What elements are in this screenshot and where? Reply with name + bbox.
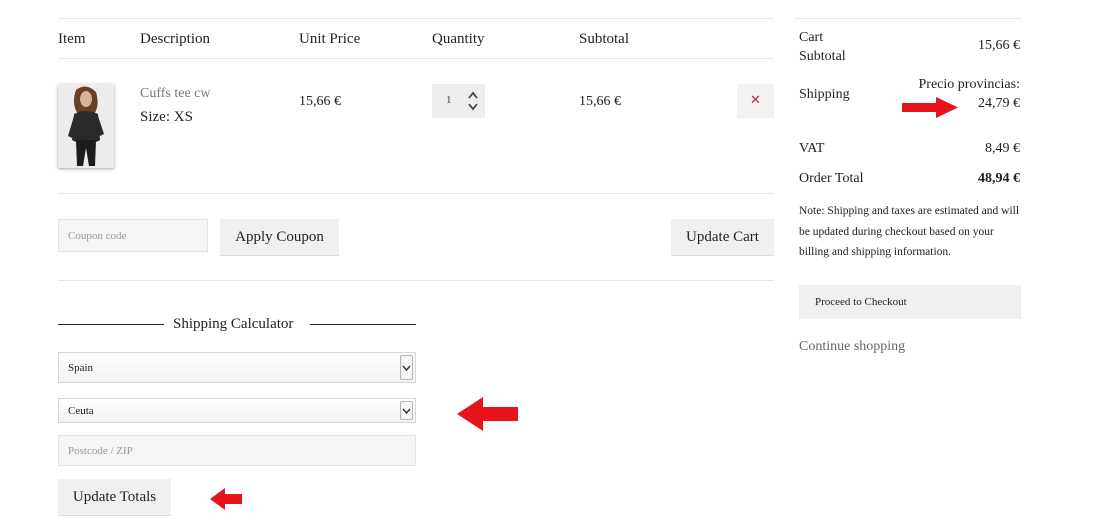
country-select[interactable]: Spain (58, 352, 416, 383)
calculator-title-rule-right (310, 324, 416, 325)
header-item: Item (58, 31, 86, 47)
header-quantity: Quantity (432, 31, 485, 47)
row-subtotal-value: 15,66 € (579, 94, 621, 109)
proceed-to-checkout-button[interactable]: Proceed to Checkout (799, 285, 1021, 319)
summary-top-border (794, 18, 1022, 19)
country-select-value: Spain (68, 361, 94, 374)
vat-label: VAT (799, 141, 825, 156)
continue-shopping-link[interactable]: Continue shopping (799, 339, 905, 355)
unit-price-value: 15,66 € (299, 94, 341, 109)
apply-coupon-button[interactable]: Apply Coupon (220, 219, 339, 256)
size-value: XS (173, 109, 193, 125)
update-cart-button[interactable]: Update Cart (671, 219, 774, 256)
cart-subtotal-label: Cart Subtotal (799, 28, 846, 66)
table-header-divider (58, 58, 774, 59)
shipping-method-label: Precio provincias: (918, 77, 1020, 92)
postcode-input[interactable]: Postcode / ZIP (58, 435, 416, 466)
shipping-value: 24,79 € (978, 96, 1020, 111)
section-divider (58, 280, 774, 281)
quantity-stepper-arrows-icon[interactable] (466, 89, 480, 113)
shipping-note: Note: Shipping and taxes are estimated a… (799, 205, 1020, 258)
select-arrow-icon[interactable] (400, 355, 413, 380)
red-arrow-icon (902, 97, 958, 118)
order-total-value: 48,94 € (978, 171, 1020, 186)
product-name-link[interactable]: Cuffs tee cw (140, 86, 211, 102)
header-description: Description (140, 31, 210, 47)
red-arrow-icon (457, 397, 518, 431)
header-subtotal: Subtotal (579, 31, 630, 47)
cart-subtotal-label-line2: Subtotal (799, 49, 846, 64)
row-divider (58, 193, 774, 194)
coupon-code-input[interactable]: Coupon code (58, 219, 208, 252)
product-thumbnail[interactable] (58, 84, 114, 168)
select-arrow-icon[interactable] (400, 401, 413, 420)
remove-icon: ✕ (750, 93, 761, 108)
region-select-value: Ceuta (68, 404, 94, 417)
cart-subtotal-label-line1: Cart (799, 30, 824, 45)
product-size: Size: XS (140, 109, 193, 126)
calculator-title-rule-left (58, 324, 164, 325)
shipping-calculator-title: Shipping Calculator (173, 316, 294, 332)
size-label: Size: (140, 109, 170, 125)
red-arrow-icon (210, 488, 242, 510)
vat-value: 8,49 € (985, 141, 1020, 156)
shipping-label: Shipping (799, 87, 850, 102)
order-total-label: Order Total (799, 171, 864, 186)
region-select[interactable]: Ceuta (58, 398, 416, 423)
update-totals-button[interactable]: Update Totals (58, 479, 171, 516)
remove-item-button[interactable]: ✕ (737, 84, 774, 118)
quantity-stepper[interactable]: 1 (432, 84, 485, 118)
table-top-border (58, 18, 774, 19)
header-unit-price: Unit Price (299, 31, 361, 47)
quantity-value[interactable]: 1 (446, 94, 452, 106)
cart-subtotal-value: 15,66 € (978, 38, 1020, 53)
